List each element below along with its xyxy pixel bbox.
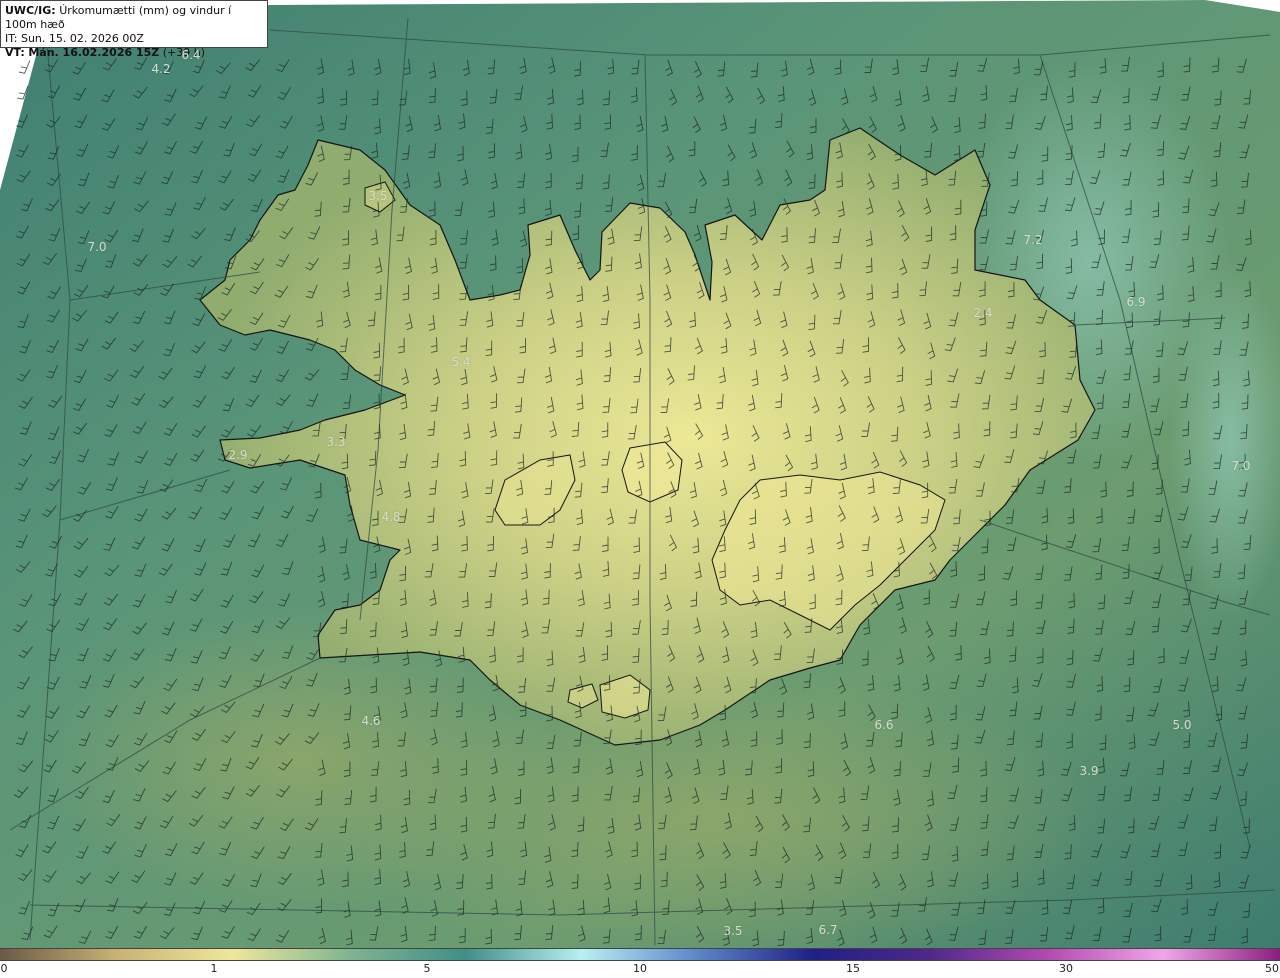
map-canvas [0,0,1280,948]
point-value: 2.9 [228,448,248,462]
point-value: 4.8 [381,510,401,524]
point-value: 7.0 [87,240,107,254]
point-value: 4.2 [151,62,171,76]
colorbar-tick-label: 1 [210,962,218,975]
point-value: 5.4 [451,355,471,369]
colorbar-tick-label: 50 [1265,962,1279,975]
wind-barb [18,60,31,74]
forecast-map: UWC/IG: Úrkomumætti (mm) og vindur í 100… [0,0,1280,948]
colorbar-tick-label: 5 [423,962,431,975]
map-title-box: UWC/IG: Úrkomumætti (mm) og vindur í 100… [0,0,268,59]
title-line-1: UWC/IG: Úrkomumætti (mm) og vindur í 100… [5,4,263,32]
valid-time-label: VT: [5,46,25,59]
point-value: 4.6 [361,714,381,728]
colorbar-tick-label: 0 [0,962,8,975]
point-value: 6.7 [818,923,838,937]
point-value: 6.6 [874,718,894,732]
point-value: 6.9 [1126,295,1146,309]
initial-time: IT: Sun. 15. 02. 2026 00Z [5,32,144,45]
point-value: 3.5 [723,924,743,938]
point-value: 3.5 [368,189,388,203]
colorbar-strip [0,948,1280,961]
point-value: 6.4 [181,48,201,62]
point-value: 7.0 [1231,459,1251,473]
title-line-3: VT: Mán. 16.02.2026 15Z (+39 h) [5,46,263,60]
colorbar-tick-label: 15 [846,962,860,975]
product-name: UWC/IG: [5,4,56,17]
point-value: 7.2 [1023,233,1043,247]
point-value: 3.9 [1079,764,1099,778]
colorbar-tick-label: 10 [633,962,647,975]
point-value: 3.3 [326,435,346,449]
point-value: 2.4 [973,306,993,320]
colorbar: 0 1 5 10 15 30 50 [0,948,1280,978]
colorbar-tick-label: 30 [1059,962,1073,975]
valid-time: Mán. 16.02.2026 15Z [28,46,160,59]
point-value: 5.0 [1172,718,1192,732]
